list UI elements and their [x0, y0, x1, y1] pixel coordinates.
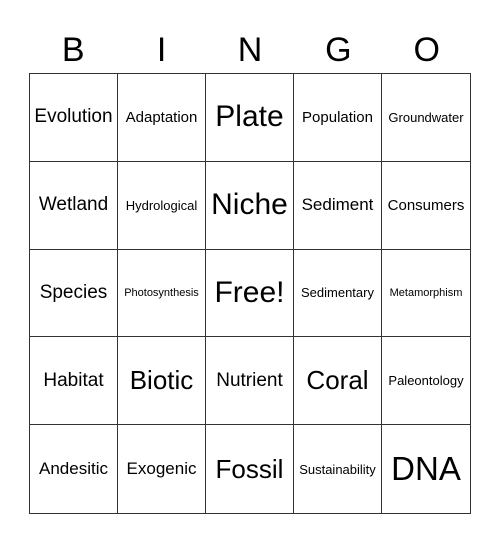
bingo-cell[interactable]: Nutrient — [206, 337, 294, 426]
bingo-cell[interactable]: Niche — [206, 161, 294, 250]
bingo-cell[interactable]: Species — [30, 249, 118, 338]
bingo-cell[interactable]: Population — [294, 74, 382, 162]
bingo-cell[interactable]: Andesitic — [30, 425, 118, 513]
header-letter-i: I — [156, 31, 167, 69]
header-letter-g: G — [325, 31, 352, 69]
bingo-cell[interactable]: Metamorphism — [382, 250, 470, 338]
bingo-cell[interactable]: Exogenic — [118, 425, 206, 513]
bingo-cell[interactable]: Coral — [294, 337, 382, 426]
bingo-cell[interactable]: Habitat — [30, 337, 118, 426]
bingo-cell[interactable]: Evolution — [30, 74, 118, 162]
bingo-cell[interactable]: Biotic — [118, 337, 206, 426]
bingo-cell[interactable]: DNA — [382, 425, 470, 513]
bingo-cell[interactable]: Wetland — [30, 161, 118, 250]
bingo-cell[interactable]: Sediment — [294, 161, 382, 250]
bingo-cell[interactable]: Plate — [206, 74, 294, 162]
free-space-cell[interactable]: Free! — [206, 249, 294, 338]
bingo-cell[interactable]: Hydrological — [118, 161, 206, 250]
bingo-cell[interactable]: Sedimentary — [294, 249, 382, 338]
bingo-cell[interactable]: Fossil — [206, 425, 294, 513]
bingo-header: B I N G O — [29, 28, 471, 73]
bingo-cell[interactable]: Consumers — [382, 162, 470, 250]
bingo-cell[interactable]: Adaptation — [118, 74, 206, 162]
bingo-cell[interactable]: Sustainability — [294, 425, 382, 513]
bingo-cell[interactable]: Paleontology — [382, 337, 470, 426]
bingo-cell[interactable]: Photosynthesis — [118, 249, 206, 338]
bingo-card-grid: Evolution Adaptation Plate Population Gr… — [29, 73, 471, 514]
header-letter-b: B — [61, 31, 85, 69]
bingo-cell[interactable]: Groundwater — [382, 74, 470, 162]
header-letter-n: N — [237, 31, 263, 69]
header-letter-o: O — [413, 31, 440, 69]
